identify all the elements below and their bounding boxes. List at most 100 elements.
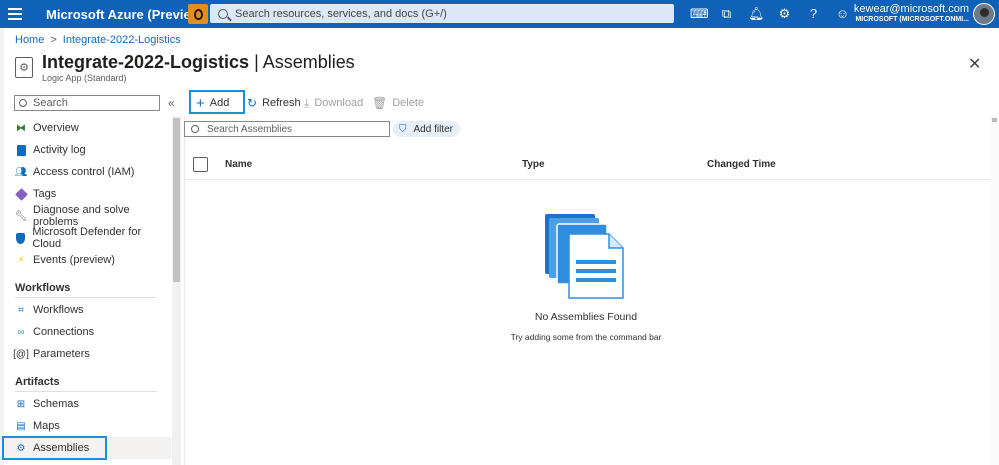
logic-app-icon	[15, 57, 33, 78]
download-icon: ⤓	[304, 95, 310, 110]
more-options-button[interactable]: ···	[335, 54, 349, 70]
left-edge-strip	[0, 28, 4, 465]
lightning-icon: ⚡	[17, 254, 25, 266]
sidebar-item-activity-log[interactable]: Activity log	[15, 140, 165, 160]
trash-icon: 🗑︎	[372, 96, 388, 110]
download-button-label: Download	[314, 97, 364, 109]
page-subtitle: Logic App (Standard)	[42, 73, 127, 83]
empty-state-subtitle: Try adding some from the command bar	[510, 332, 662, 342]
sidebar-item-label: Diagnose and solve problems	[33, 204, 130, 228]
breadcrumb-resource-link[interactable]: Integrate-2022-Logistics	[63, 34, 181, 46]
sidebar-item-label: Overview	[33, 122, 79, 134]
content-scrollbar[interactable]	[990, 116, 999, 465]
top-navigation-bar: Microsoft Azure (Preview) Search resourc…	[0, 0, 999, 28]
access-control-icon: 👥︎	[14, 166, 28, 178]
global-search-input[interactable]: Search resources, services, and docs (G+…	[210, 4, 674, 23]
close-blade-button[interactable]: ✕	[968, 54, 981, 74]
sidebar-item-overview[interactable]: ⧓ Overview	[15, 118, 165, 138]
add-filter-button[interactable]: ⛉ Add filter	[393, 121, 460, 137]
sidebar-item-parameters[interactable]: [@] Parameters	[13, 344, 165, 364]
page-title-resource: Integrate-2022-Logistics	[42, 52, 250, 72]
delete-button-label: Delete	[392, 97, 425, 109]
overview-icon: ⧓	[16, 122, 26, 134]
settings-gear-icon[interactable]: ⚙	[777, 6, 792, 21]
map-icon: ▤	[16, 420, 26, 432]
add-highlight-box	[189, 90, 245, 114]
empty-documents-icon	[545, 214, 624, 299]
sidebar-item-label: Maps	[33, 420, 60, 432]
bug-icon[interactable]	[188, 4, 208, 24]
user-email: kewear@microsoft.com	[853, 3, 969, 15]
sidebar-scrollbar-thumb[interactable]	[173, 118, 180, 282]
connections-icon: ∞	[17, 326, 25, 338]
refresh-button-label: Refresh	[262, 97, 301, 109]
account-menu[interactable]: kewear@microsoft.com MICROSOFT (MICROSOF…	[854, 3, 969, 23]
help-icon[interactable]: ?	[806, 6, 821, 21]
cloud-shell-icon[interactable]: ⌨	[690, 6, 709, 21]
notifications-bell-icon[interactable]: 🔔︎	[748, 6, 765, 21]
search-icon	[218, 8, 228, 19]
schema-icon: ⊞	[16, 398, 26, 410]
global-search-placeholder: Search resources, services, and docs (G+…	[235, 7, 447, 20]
sidebar-item-defender[interactable]: Microsoft Defender for Cloud	[15, 226, 165, 250]
avatar[interactable]	[973, 3, 995, 25]
sidebar-divider	[15, 297, 157, 298]
sidebar-item-label: Microsoft Defender for Cloud	[32, 226, 142, 250]
delete-button[interactable]: 🗑︎ Delete	[372, 94, 424, 112]
breadcrumb: Home > Integrate-2022-Logistics	[15, 34, 181, 46]
filter-icon: ⛉	[399, 123, 407, 135]
sidebar-item-label: Access control (IAM)	[33, 166, 135, 178]
select-all-checkbox[interactable]	[193, 157, 208, 172]
sidebar-item-label: Workflows	[33, 304, 84, 316]
sidebar-item-diagnose[interactable]: 🔧︎ Diagnose and solve problems	[14, 204, 165, 228]
activity-log-icon	[15, 144, 27, 156]
assemblies-search-input[interactable]: Search Assemblies	[184, 121, 390, 137]
sidebar-item-label: Connections	[33, 326, 95, 338]
sidebar-item-maps[interactable]: ▤ Maps	[15, 416, 165, 436]
refresh-button[interactable]: ↻ Refresh	[247, 94, 301, 112]
breadcrumb-home-link[interactable]: Home	[15, 34, 44, 46]
assemblies-search-placeholder: Search Assemblies	[207, 123, 293, 135]
sidebar-item-label: Parameters	[33, 348, 90, 360]
wrench-icon: 🔧︎	[14, 210, 28, 222]
column-header-name[interactable]: Name	[225, 159, 252, 170]
sidebar-item-access-control[interactable]: 👥︎ Access control (IAM)	[15, 162, 165, 182]
directory-filter-icon[interactable]: ⧉	[719, 6, 734, 21]
refresh-icon: ↻	[247, 96, 258, 110]
column-header-type[interactable]: Type	[522, 159, 545, 170]
empty-state-title: No Assemblies Found	[534, 311, 638, 323]
download-button[interactable]: ⤓ Download	[304, 94, 363, 112]
page-title-separator: |	[249, 52, 263, 72]
parameters-icon: [@]	[13, 348, 29, 360]
sidebar-item-tags[interactable]: Tags	[14, 184, 165, 204]
shield-icon	[15, 232, 26, 244]
sidebar-item-workflows[interactable]: ⌗ Workflows	[15, 300, 165, 320]
table-header	[184, 152, 990, 180]
breadcrumb-separator: >	[50, 34, 57, 46]
sidebar-section-workflows: Workflows	[15, 282, 71, 294]
sidebar-section-artifacts: Artifacts	[15, 376, 60, 388]
hamburger-menu-icon[interactable]	[8, 8, 28, 20]
collapse-sidebar-icon[interactable]: «	[168, 96, 175, 110]
workflow-icon: ⌗	[18, 304, 24, 316]
sidebar-item-events[interactable]: ⚡ Events (preview)	[15, 250, 165, 270]
feedback-icon[interactable]: ☺	[835, 6, 850, 21]
sidebar-divider	[15, 391, 157, 392]
sidebar-search-input[interactable]: Search	[14, 95, 160, 111]
page-title: Integrate-2022-Logistics | Assemblies	[42, 52, 355, 73]
column-header-changed-time[interactable]: Changed Time	[707, 159, 776, 170]
assemblies-highlight-box	[2, 436, 107, 460]
portal-brand[interactable]: Microsoft Azure (Preview)	[46, 7, 205, 22]
search-icon	[191, 125, 199, 133]
tag-icon	[14, 187, 28, 201]
sidebar-search-placeholder: Search	[33, 97, 68, 109]
sidebar-item-connections[interactable]: ∞ Connections	[15, 322, 165, 342]
search-icon	[19, 99, 27, 107]
sidebar-item-label: Events (preview)	[33, 254, 115, 266]
sidebar-item-label: Tags	[33, 188, 57, 200]
sidebar-item-label: Activity log	[33, 144, 86, 156]
user-organization: MICROSOFT (MICROSOFT.ONMI...	[855, 16, 969, 23]
sidebar-item-label: Schemas	[33, 398, 79, 410]
sidebar-item-schemas[interactable]: ⊞ Schemas	[15, 394, 165, 414]
add-filter-label: Add filter	[413, 123, 453, 135]
